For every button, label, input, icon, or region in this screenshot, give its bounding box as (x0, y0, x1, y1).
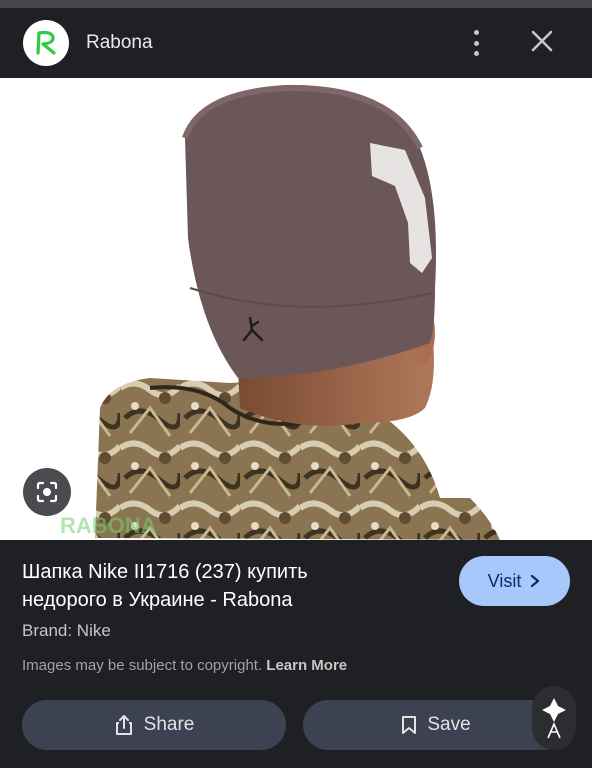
lens-search-icon[interactable] (23, 468, 71, 516)
share-button[interactable]: Share (22, 700, 286, 750)
more-vert-icon[interactable] (462, 28, 490, 58)
share-icon (115, 715, 132, 735)
visit-label: Visit (487, 570, 522, 591)
learn-more-link[interactable]: Learn More (266, 657, 347, 674)
share-label: Share (143, 714, 195, 735)
copyright-notice: Images may be subject to copyright. Lear… (22, 657, 347, 674)
bookmark-icon (402, 716, 417, 734)
site-name[interactable]: Rabona (86, 32, 153, 54)
close-icon[interactable] (526, 25, 558, 57)
brand-label: Brand: Nike (22, 621, 111, 640)
assistant-icon[interactable] (532, 686, 576, 750)
header: Rabona (0, 8, 592, 78)
save-button[interactable]: Save (303, 700, 569, 750)
rabona-logo-icon[interactable] (23, 20, 69, 66)
chevron-right-icon (531, 574, 540, 588)
title-line-2: недорого в Украине - Rabona (22, 589, 293, 611)
save-label: Save (427, 714, 471, 735)
copyright-text: Images may be subject to copyright. (22, 657, 263, 674)
watermark: RABONA (60, 513, 157, 538)
status-strip (0, 0, 592, 8)
title-line-1: Шапка Nike II1716 (237) купить (22, 561, 308, 583)
result-title[interactable]: Шапка Nike II1716 (237) купить недорого … (22, 558, 432, 614)
product-image[interactable]: RABONA (0, 78, 592, 540)
visit-button[interactable]: Visit (459, 556, 570, 606)
